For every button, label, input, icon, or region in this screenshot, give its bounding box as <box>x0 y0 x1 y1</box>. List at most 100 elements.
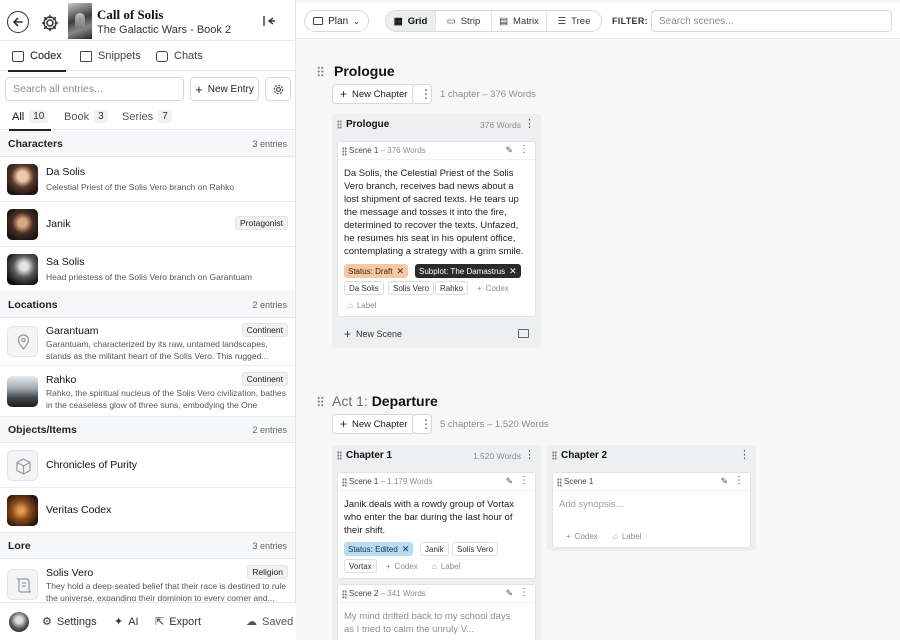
settings-gear-button[interactable] <box>38 11 60 33</box>
export-button[interactable]: ⇱ Export <box>155 615 202 629</box>
new-scene-button[interactable]: + New Scene <box>344 327 402 341</box>
scene-menu-icon[interactable]: ⋮ <box>734 475 744 486</box>
drag-handle-icon[interactable] <box>552 451 557 460</box>
export-label: Export <box>169 615 202 628</box>
tab-chats[interactable]: Chats <box>156 41 203 71</box>
subplot-tag[interactable]: Subplot: The Damastrus ✕ <box>415 264 521 278</box>
plus-icon: + <box>477 283 482 293</box>
drag-handle-icon[interactable] <box>337 451 342 460</box>
drag-handle-icon[interactable] <box>342 147 347 156</box>
add-label-button[interactable]: ⌂ Label <box>428 559 464 573</box>
settings-button[interactable]: ⚙ Settings <box>42 615 97 629</box>
add-codex-button[interactable]: + Codex <box>473 281 513 295</box>
pencil-icon[interactable]: ✎ <box>505 145 513 156</box>
scene-synopsis[interactable]: Da Solis, the Celestial Priest of the So… <box>344 167 524 258</box>
codex-settings-button[interactable] <box>265 77 291 101</box>
scene-menu-icon[interactable]: ⋮ <box>519 475 529 486</box>
scene-menu-icon[interactable]: ⋮ <box>519 144 529 155</box>
scene-card[interactable]: Scene 1 – 376 Words ✎ ⋮ Da Solis, the Ce… <box>337 141 536 317</box>
scene-synopsis[interactable]: Janik deals with a rowdy group of Vortax… <box>344 498 514 537</box>
chapter-menu-icon[interactable]: ⋮ <box>524 117 535 130</box>
drag-handle-icon[interactable] <box>342 478 347 487</box>
user-avatar[interactable] <box>9 612 29 632</box>
codex-entry-solis-vero[interactable]: Solis Vero Religion They hold a deep-sea… <box>0 559 295 601</box>
search-scenes-input[interactable] <box>651 10 892 32</box>
section-objects-items[interactable]: Objects/Items 2 entries <box>0 417 295 443</box>
codex-entry-veritas-codex[interactable]: Veritas Codex <box>0 488 295 533</box>
tab-codex[interactable]: Codex <box>8 41 66 72</box>
drag-handle-icon[interactable] <box>317 66 324 77</box>
folder-plus-icon[interactable] <box>518 329 529 338</box>
view-matrix-button[interactable]: ▤ Matrix <box>492 11 547 31</box>
add-label-button[interactable]: ⌂ Label <box>609 529 645 543</box>
collapse-sidebar-icon[interactable] <box>262 14 276 28</box>
drag-handle-icon[interactable] <box>317 396 324 407</box>
codex-entry-garantuam[interactable]: Garantuam Continent Garantuam, character… <box>0 318 295 366</box>
plan-dropdown[interactable]: Plan ⌄ <box>304 10 369 32</box>
synopsis-line: lost shipment of sacred texts. He tears … <box>344 194 519 205</box>
scene-card[interactable]: Scene 1 – 1.179 Words ✎ ⋮ Janik deals wi… <box>337 472 536 579</box>
chapter-menu-icon[interactable]: ⋮ <box>739 448 750 461</box>
filter-series[interactable]: Series 7 <box>122 110 172 123</box>
drag-handle-icon[interactable] <box>557 478 562 487</box>
chapter-header[interactable]: Chapter 2 ⋮ <box>547 445 756 467</box>
new-chapter-button[interactable]: + New Chapter <box>332 414 416 434</box>
plus-icon: + <box>386 561 391 571</box>
status-tag[interactable]: Status: Edited ✕ <box>344 542 414 556</box>
add-codex-button[interactable]: + Codex <box>382 559 422 573</box>
scene-number: Scene 1 <box>349 146 379 155</box>
back-button[interactable] <box>7 11 29 33</box>
filter-all[interactable]: All 10 <box>8 110 52 131</box>
new-entry-button[interactable]: + New Entry <box>190 77 259 101</box>
ai-button[interactable]: ✦ AI <box>114 615 139 629</box>
act-menu-button[interactable] <box>412 84 432 104</box>
scene-header: Scene 2 – 341 Words ✎ ⋮ <box>338 585 535 603</box>
view-tree-button[interactable]: ☰ Tree <box>547 11 601 31</box>
codex-entry-chronicles-of-purity[interactable]: Chronicles of Purity <box>0 443 295 488</box>
status-tag[interactable]: Status: Draft ✕ <box>344 264 409 278</box>
view-strip-button[interactable]: ▭ Strip <box>436 11 492 31</box>
section-lore[interactable]: Lore 3 entries <box>0 533 295 559</box>
add-codex-button[interactable]: + Codex <box>562 529 602 543</box>
codex-entry-rahko[interactable]: Rahko Continent Rahko, the spiritual nuc… <box>0 366 295 417</box>
scene-menu-icon[interactable]: ⋮ <box>519 587 529 598</box>
section-locations[interactable]: Locations 2 entries <box>0 292 295 318</box>
add-synopsis-placeholder[interactable]: Add synopsis... <box>559 499 623 510</box>
add-label-button[interactable]: ⌂ Label <box>344 298 380 312</box>
codex-tag[interactable]: Rahko <box>435 281 469 295</box>
chapter-word-count: 376 Words <box>480 120 521 130</box>
view-grid-button[interactable]: ▦ Grid <box>386 11 436 31</box>
act-title-prologue[interactable]: Prologue <box>334 63 395 79</box>
remove-tag-icon[interactable]: ✕ <box>396 266 404 277</box>
codex-tag[interactable]: Da Solis <box>344 281 384 295</box>
remove-tag-icon[interactable]: ✕ <box>509 266 517 277</box>
chapter-menu-icon[interactable]: ⋮ <box>524 448 535 461</box>
codex-entry-sa-solis[interactable]: Sa Solis Head priestess of the Solis Ver… <box>0 247 295 292</box>
section-count: 2 entries <box>252 299 287 310</box>
filter-book[interactable]: Book 3 <box>64 110 108 123</box>
act-title-departure[interactable]: Act 1: Departure <box>332 393 438 409</box>
pencil-icon[interactable]: ✎ <box>505 476 513 487</box>
codex-tag[interactable]: Solis Vero <box>452 542 499 556</box>
drag-handle-icon[interactable] <box>337 120 342 129</box>
act-menu-button[interactable] <box>412 414 432 434</box>
pencil-icon[interactable]: ✎ <box>720 476 728 487</box>
codex-entry-da-solis[interactable]: Da Solis Celestial Priest of the Solis V… <box>0 157 295 202</box>
remove-tag-icon[interactable]: ✕ <box>402 544 410 555</box>
codex-tag[interactable]: Janik <box>420 542 449 556</box>
new-chapter-button[interactable]: + New Chapter <box>332 84 416 104</box>
pencil-icon[interactable]: ✎ <box>505 588 513 599</box>
scene-card[interactable]: Scene 2 – 341 Words ✎ ⋮ My mind drifted … <box>337 584 536 640</box>
scene-synopsis[interactable]: My mind drifted back to my school days a… <box>344 610 510 636</box>
chapter-header[interactable]: Prologue 376 Words ⋮ <box>332 114 541 136</box>
synopsis-line: the message and tosses it into the fire, <box>344 207 507 218</box>
codex-tag[interactable]: Vortax <box>344 559 377 573</box>
tab-snippets[interactable]: Snippets <box>80 41 141 71</box>
section-characters[interactable]: Characters 3 entries <box>0 131 295 157</box>
codex-tag[interactable]: Solis Vero <box>388 281 435 295</box>
search-entries-input[interactable] <box>5 77 184 101</box>
chapter-header[interactable]: Chapter 1 1.520 Words ⋮ <box>332 445 541 467</box>
codex-entry-janik[interactable]: Janik Protagonist <box>0 202 295 247</box>
drag-handle-icon[interactable] <box>342 590 347 599</box>
scene-card[interactable]: Scene 1 ✎ ⋮ Add synopsis... + Codex ⌂ Labe… <box>552 472 751 548</box>
